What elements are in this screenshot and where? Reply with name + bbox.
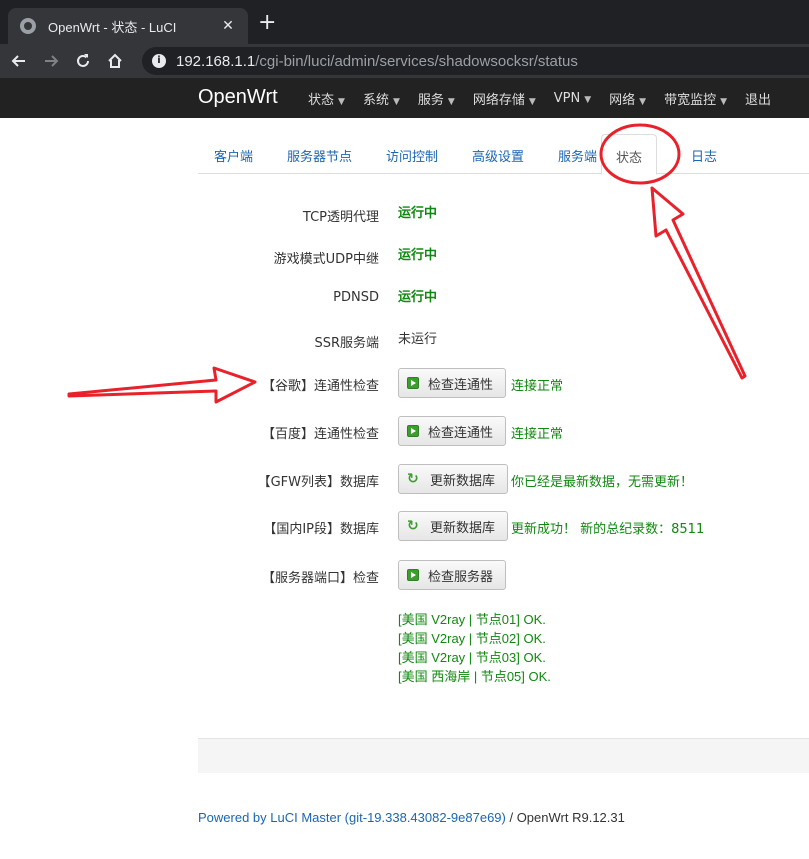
menu-label: VPN [553,90,581,106]
button-label: 检查服务器 [428,569,494,585]
tab-server-nodes[interactable]: 服务器节点 [287,146,352,165]
new-tab-button[interactable]: + [258,12,276,34]
label-pdnsd: PDNSD [333,290,379,305]
reload-icon[interactable] [70,48,96,74]
footer: Powered by LuCI Master (git-19.338.43082… [198,810,625,825]
footer-bar [198,738,809,773]
button-label: 检查连通性 [428,377,494,393]
server-result-line: [美国 西海岸 | 节点05] OK. [398,669,551,684]
tab-status[interactable]: 状态 [601,134,658,175]
menu-item-vpn[interactable]: VPN ▼ [554,91,591,106]
label-udp-relay: 游戏模式UDP中继 [273,252,379,267]
url-path: /cgi-bin/luci/admin/services/shadowsocks… [255,52,578,70]
update-china-ip-button[interactable]: ↻ 更新数据库 [398,511,509,541]
address-bar[interactable]: i 192.168.1.1/cgi-bin/luci/admin/service… [142,47,809,75]
play-icon [407,425,419,437]
tab-advanced[interactable]: 高级设置 [472,146,524,165]
caret-down-icon: ▼ [528,96,536,107]
back-arrow-icon[interactable] [6,48,32,74]
label-baidu-check: 【百度】连通性检查 [261,427,379,442]
menu-item-bandwidth[interactable]: 带宽监控 ▼ [664,89,727,108]
tab-log[interactable]: 日志 [691,146,717,165]
close-tab-icon[interactable]: ✕ [216,18,240,34]
label-tcp-proxy: TCP透明代理 [302,210,379,225]
label-china-ip: 【国内IP段】数据库 [263,522,379,537]
menu-label: 系统 [362,92,389,108]
browser-tab-bar: OpenWrt - 状态 - LuCI ✕ + [0,0,809,44]
label-google-check: 【谷歌】连通性检查 [261,379,379,394]
url-host: 192.168.1.1 [176,52,256,70]
tab-access-control[interactable]: 访问控制 [386,146,438,165]
check-server-button[interactable]: 检查服务器 [398,560,507,590]
openwrt-version: / OpenWrt R9.12.31 [505,810,625,825]
caret-down-icon: ▼ [392,96,400,107]
browser-tab[interactable]: OpenWrt - 状态 - LuCI ✕ [8,8,248,44]
caret-down-icon: ▼ [639,96,647,107]
server-result-line: [美国 V2ray | 节点01] OK. [398,612,546,627]
home-icon[interactable] [102,48,128,74]
menu-label: 带宽监控 [664,92,717,108]
subtab-bar: 客户端 服务器节点 访问控制 高级设置 服务端 状态 日志 [198,134,809,175]
menu-item-status[interactable]: 状态 ▼ [308,89,345,108]
menu-item-nas[interactable]: 网络存储 ▼ [473,89,536,108]
caret-down-icon: ▼ [447,96,455,107]
button-label: 更新数据库 [430,473,496,489]
label-ssr-server: SSR服务端 [314,336,379,351]
status-ssr-server: 未运行 [398,332,438,347]
tab-client[interactable]: 客户端 [214,146,253,165]
menu-label: 服务 [417,92,444,108]
result-google: 连接正常 [511,379,564,394]
caret-down-icon: ▼ [720,96,728,107]
status-pdnsd: 运行中 [398,290,438,305]
luci-version-link[interactable]: Powered by LuCI Master (git-19.338.43082… [198,810,506,825]
play-icon [407,569,419,581]
update-gfw-button[interactable]: ↻ 更新数据库 [398,464,509,494]
check-google-button[interactable]: 检查连通性 [398,368,507,398]
result-china-ip: 更新成功！ 新的总纪录数：8511 [511,522,705,537]
label-gfw-list: 【GFW列表】数据库 [257,475,379,490]
status-udp-relay: 运行中 [398,248,438,263]
refresh-icon: ↻ [407,518,419,534]
menu-item-logout[interactable]: 退出 [745,89,771,108]
menu-item-network[interactable]: 网络 ▼ [609,89,646,108]
server-result-line: [美国 V2ray | 节点03] OK. [398,650,546,665]
url-text: 192.168.1.1/cgi-bin/luci/admin/services/… [176,53,578,70]
menu-label: 网络 [609,92,636,108]
brand-logo[interactable]: OpenWrt [198,86,278,109]
menu-label: 网络存储 [472,92,525,108]
main-menu: 状态 ▼ 系统 ▼ 服务 ▼ 网络存储 ▼ VPN ▼ 网络 ▼ 带宽监控 ▼ 退出 [308,78,789,118]
forward-arrow-icon[interactable] [38,48,64,74]
button-label: 更新数据库 [430,520,496,536]
site-info-icon[interactable]: i [152,54,166,68]
annotation-arrow-up-icon [650,186,747,380]
result-gfw: 你已经是最新数据，无需更新！ [511,475,694,490]
server-result-line: [美国 V2ray | 节点02] OK. [398,631,546,646]
refresh-icon: ↻ [407,471,419,487]
menu-item-system[interactable]: 系统 ▼ [363,89,400,108]
label-server-port: 【服务器端口】检查 [261,571,379,586]
caret-down-icon: ▼ [338,96,345,107]
openwrt-favicon-icon [20,18,36,34]
menu-label: 状态 [308,92,335,108]
status-tcp-proxy: 运行中 [398,206,438,221]
tab-title: OpenWrt - 状态 - LuCI [48,19,177,35]
luci-header: OpenWrt 状态 ▼ 系统 ▼ 服务 ▼ 网络存储 ▼ VPN ▼ 网络 ▼ 带宽监控 ▼… [0,78,809,118]
result-baidu: 连接正常 [511,427,564,442]
tab-server[interactable]: 服务端 [558,146,597,165]
server-check-results: [美国 V2ray | 节点01] OK. [美国 V2ray | 节点02] … [398,610,551,686]
play-icon [407,377,419,389]
browser-nav-bar: i 192.168.1.1/cgi-bin/luci/admin/service… [0,44,809,78]
button-label: 检查连通性 [428,425,494,441]
check-baidu-button[interactable]: 检查连通性 [398,416,507,446]
annotation-arrow-right-icon [67,366,257,404]
caret-down-icon: ▼ [584,94,592,105]
menu-item-services[interactable]: 服务 ▼ [418,89,455,108]
